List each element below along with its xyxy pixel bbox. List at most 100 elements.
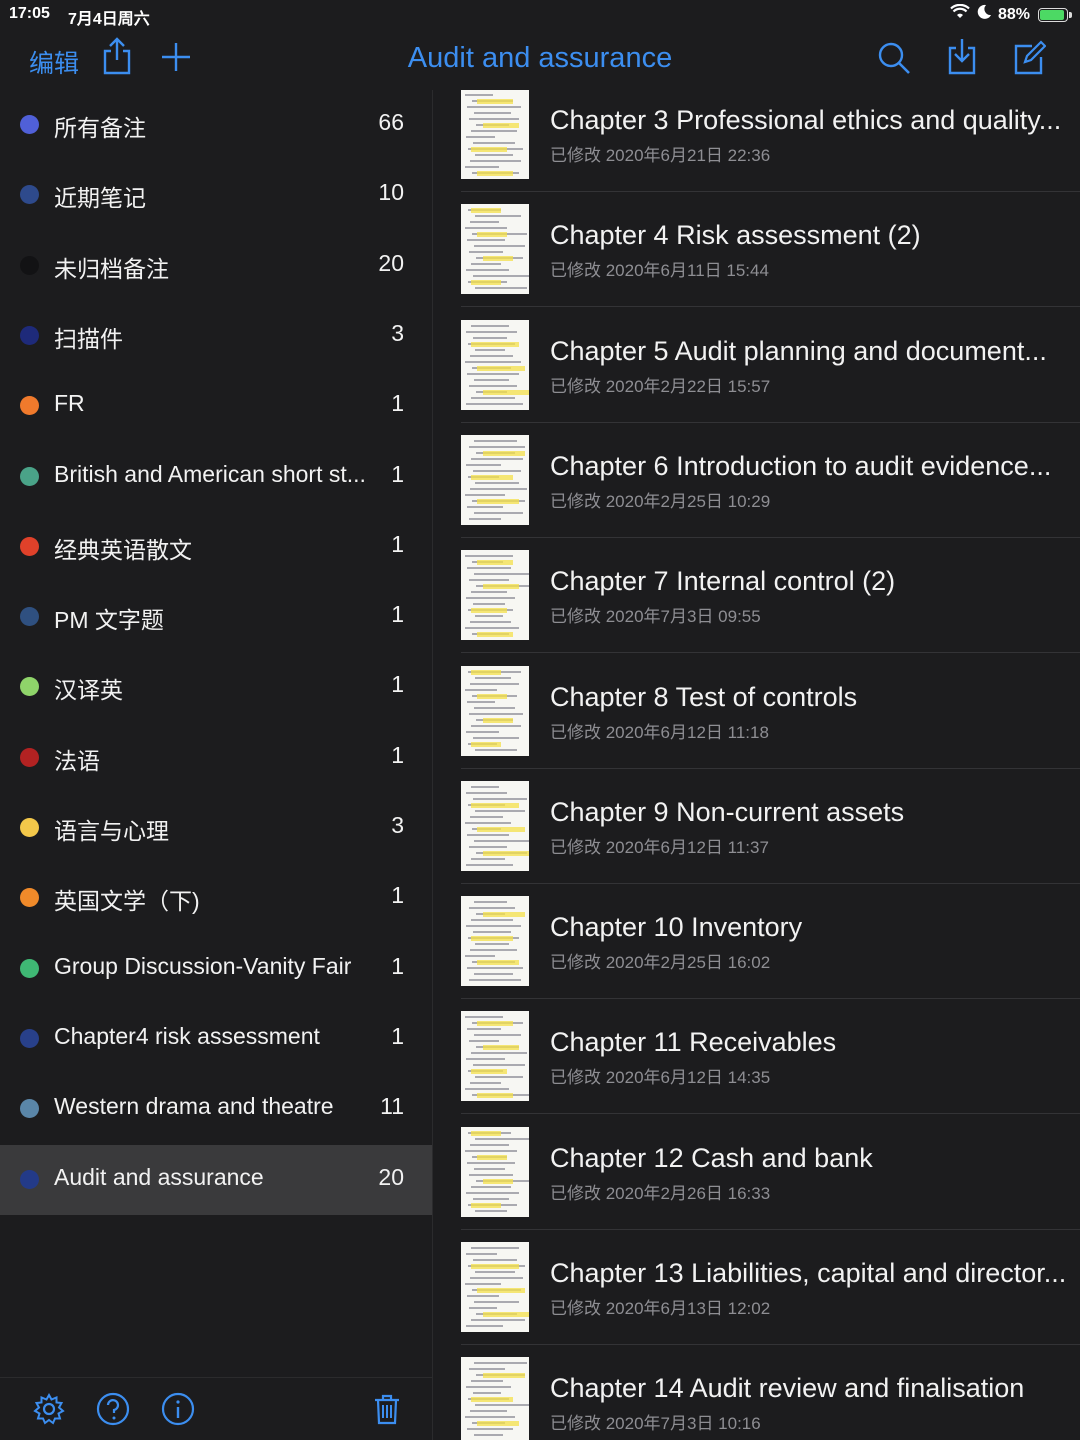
note-thumbnail (461, 319, 529, 410)
note-modified-date: 已修改 2020年2月25日 16:02 (550, 953, 771, 973)
trash-icon[interactable] (370, 1392, 404, 1426)
battery-icon (1038, 7, 1072, 22)
notebook-count: 3 (391, 319, 404, 346)
notebook-label: 汉译英 (54, 677, 123, 704)
notebook-count: 3 (391, 812, 404, 838)
note-modified-date: 已修改 2020年6月11日 15:44 (550, 261, 769, 281)
notebook-color-dot (20, 958, 39, 978)
note-title: Chapter 8 Test of controls (550, 681, 858, 712)
sidebar-item[interactable]: 英国文学（下) 1 (0, 863, 432, 933)
note-title: Chapter 10 Inventory (550, 912, 803, 943)
note-title: Chapter 14 Audit review and finalisation (550, 1373, 1025, 1404)
note-row[interactable]: Chapter 13 Liabilities, capital and dire… (461, 1230, 1080, 1345)
note-title: Chapter 12 Cash and bank (550, 1142, 873, 1173)
notebook-count: 1 (391, 952, 404, 979)
notebook-color-dot (20, 466, 39, 486)
notebook-color-dot (20, 325, 39, 345)
notebook-label: 扫描件 (54, 325, 123, 352)
notebook-label: 所有备注 (54, 115, 146, 141)
notebook-count: 1 (391, 671, 404, 698)
sidebar-item[interactable]: 所有备注 66 (0, 90, 432, 160)
sidebar-item[interactable]: Western drama and theatre 11 (0, 1074, 432, 1144)
sidebar-item[interactable]: FR 1 (0, 371, 432, 441)
sidebar-item[interactable]: Audit and assurance 20 (0, 1144, 432, 1215)
notebook-count: 20 (378, 1163, 404, 1190)
battery-percent: 88% (997, 5, 1030, 23)
notebook-label: 英国文学（下) (54, 888, 200, 915)
notebook-label: PM 文字题 (54, 607, 164, 634)
note-thumbnail (461, 550, 529, 641)
notebook-label: Western drama and theatre (54, 1093, 334, 1120)
sidebar-item[interactable]: British and American short st... 1 (0, 442, 432, 512)
note-modified-date: 已修改 2020年2月22日 15:57 (550, 376, 771, 396)
note-modified-date: 已修改 2020年6月13日 12:02 (550, 1299, 771, 1318)
note-modified-date: 已修改 2020年7月3日 10:16 (550, 1414, 761, 1434)
sidebar-item[interactable]: 语言与心理 3 (0, 793, 432, 863)
notebook-label: 语言与心理 (54, 818, 169, 844)
note-row[interactable]: Chapter 9 Non-current assets 已修改 2020年6月1… (461, 769, 1080, 884)
sidebar-item[interactable]: 汉译英 1 (0, 652, 432, 722)
note-thumbnail (461, 1126, 529, 1217)
compose-icon[interactable] (1012, 37, 1047, 77)
note-thumbnail (461, 90, 529, 179)
note-row[interactable]: Chapter 3 Professional ethics and qualit… (461, 90, 1080, 192)
notebook-color-dot (20, 536, 39, 556)
notebook-count: 1 (391, 601, 404, 628)
search-icon[interactable] (877, 38, 911, 78)
note-thumbnail (461, 665, 529, 756)
note-row[interactable]: Chapter 8 Test of controls 已修改 2020年6月12日… (461, 654, 1080, 769)
notebook-color-dot (20, 747, 39, 767)
notebook-color-dot (20, 1099, 39, 1119)
notebook-label: 法语 (54, 747, 100, 774)
notebook-color-dot (20, 1169, 39, 1189)
note-title: Chapter 9 Non-current assets (550, 796, 905, 827)
note-row[interactable]: Chapter 14 Audit review and finalisation… (461, 1345, 1080, 1440)
notebook-label: British and American short st... (54, 460, 366, 487)
sidebar-item[interactable]: 近期笔记 10 (0, 160, 432, 230)
info-icon[interactable] (161, 1392, 195, 1426)
note-row[interactable]: Chapter 10 Inventory 已修改 2020年2月25日 16:02 (461, 884, 1080, 1000)
note-title: Chapter 3 Professional ethics and qualit… (550, 105, 1062, 135)
sidebar-item[interactable]: Group Discussion-Vanity Fair 1 (0, 934, 432, 1004)
note-modified-date: 已修改 2020年7月3日 09:55 (550, 607, 761, 627)
note-thumbnail (461, 1242, 529, 1332)
note-title: Chapter 11 Receivables (550, 1027, 837, 1058)
note-thumbnail (461, 1357, 529, 1440)
note-modified-date: 已修改 2020年6月21日 22:36 (550, 146, 771, 165)
status-bar: 17:05 7月4日周六 88% (0, 0, 1080, 28)
import-icon[interactable] (945, 36, 979, 76)
sidebar-footer (0, 1377, 432, 1440)
notebook-label: Chapter4 risk assessment (54, 1022, 320, 1049)
wifi-icon (950, 3, 970, 25)
page-title: Audit and assurance (407, 42, 673, 74)
top-toolbar: 编辑 Audit and assurance (0, 28, 1080, 90)
note-thumbnail (461, 1011, 529, 1102)
notebook-color-dot (20, 888, 39, 908)
sidebar-item[interactable]: PM 文字题 1 (0, 582, 432, 652)
help-icon[interactable] (96, 1392, 130, 1426)
notebook-label: FR (54, 390, 85, 417)
note-row[interactable]: Chapter 4 Risk assessment (2) 已修改 2020年6月… (461, 192, 1080, 308)
notes-list: Chapter 3 Professional ethics and qualit… (433, 90, 1080, 1440)
note-modified-date: 已修改 2020年6月12日 11:18 (550, 722, 769, 742)
note-row[interactable]: Chapter 12 Cash and bank 已修改 2020年2月26日 1… (461, 1115, 1080, 1230)
note-row[interactable]: Chapter 11 Receivables 已修改 2020年6月12日 14:… (461, 999, 1080, 1115)
status-time: 17:05 (9, 5, 50, 22)
notebook-label: Group Discussion-Vanity Fair (54, 952, 352, 979)
note-row[interactable]: Chapter 6 Introduction to audit evidence… (461, 423, 1080, 538)
note-modified-date: 已修改 2020年6月12日 14:35 (550, 1068, 771, 1088)
sidebar-item[interactable]: Chapter4 risk assessment 1 (0, 1004, 432, 1074)
notebook-label: Audit and assurance (54, 1163, 264, 1190)
sidebar-item[interactable]: 扫描件 3 (0, 301, 432, 371)
note-modified-date: 已修改 2020年2月26日 16:33 (550, 1183, 771, 1203)
notebook-color-dot (20, 677, 39, 697)
note-row[interactable]: Chapter 5 Audit planning and document...… (461, 308, 1080, 423)
sidebar-item[interactable]: 法语 1 (0, 723, 432, 793)
notebook-count: 1 (391, 882, 404, 909)
sidebar-item[interactable]: 经典英语散文 1 (0, 512, 432, 582)
note-row[interactable]: Chapter 7 Internal control (2) 已修改 2020年7… (461, 538, 1080, 654)
notebook-label: 近期笔记 (54, 185, 146, 212)
status-indicators: 88% (950, 3, 1072, 25)
gear-icon[interactable] (32, 1392, 66, 1426)
sidebar-item[interactable]: 未归档备注 20 (0, 231, 432, 301)
